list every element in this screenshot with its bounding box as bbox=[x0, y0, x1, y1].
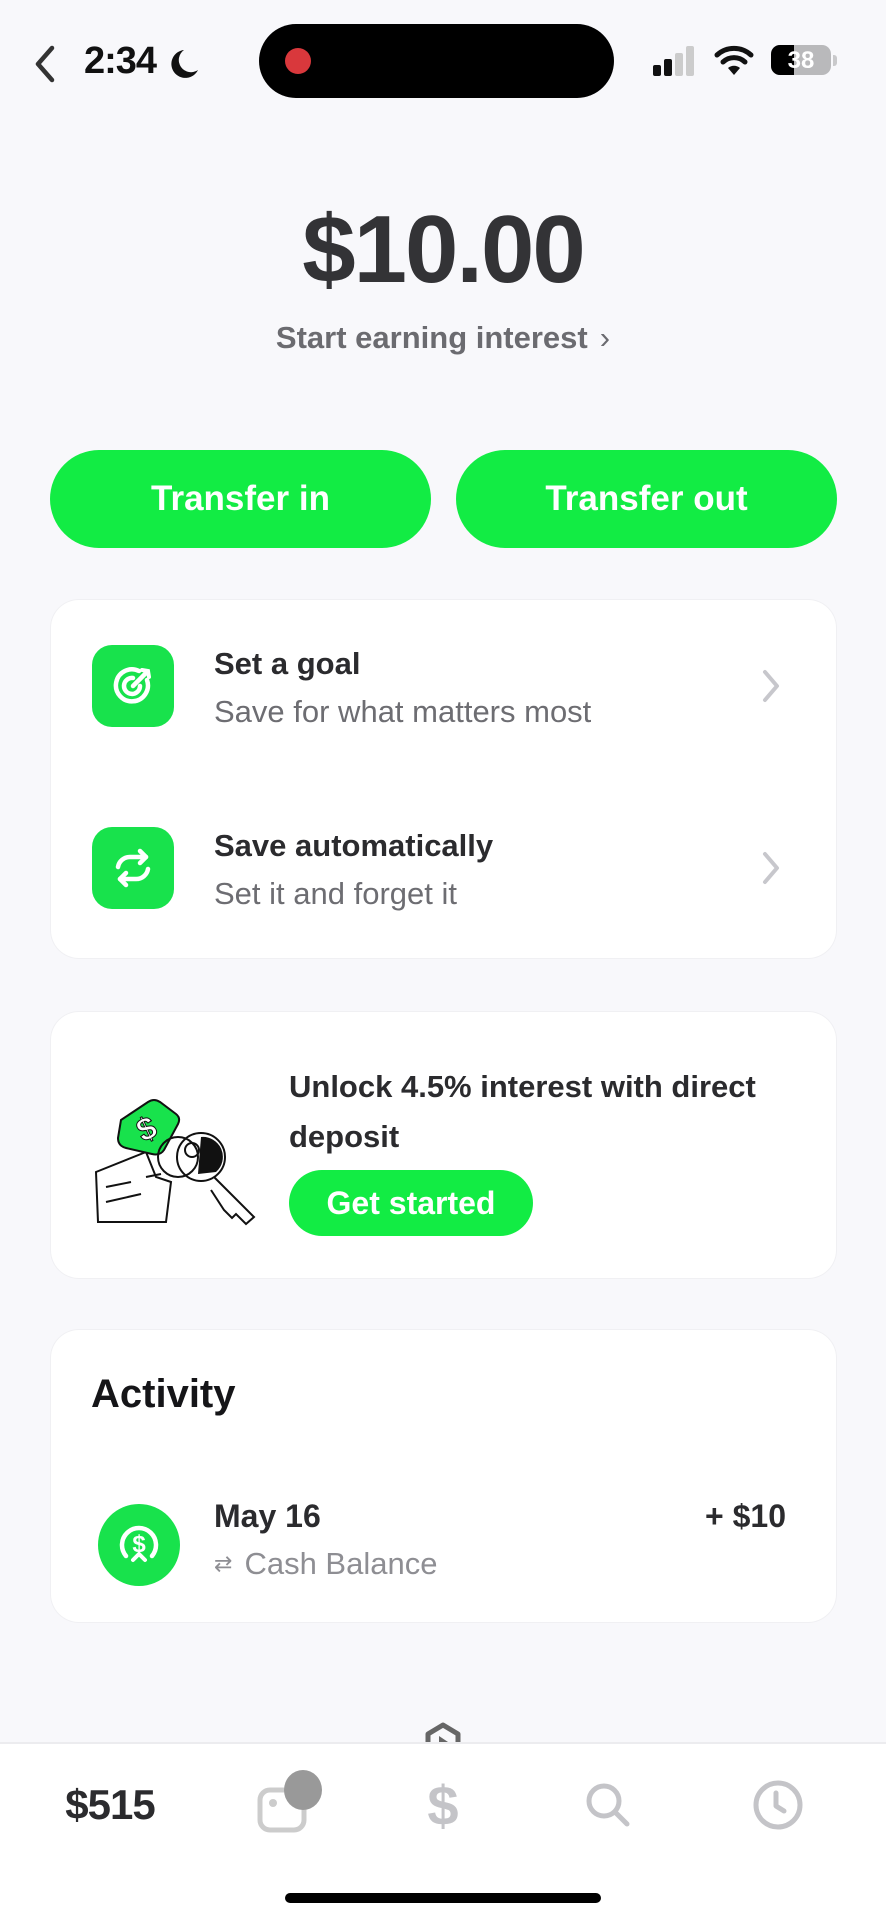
recording-dot-icon bbox=[285, 48, 311, 74]
search-icon bbox=[586, 1783, 630, 1827]
moon-icon bbox=[171, 50, 198, 78]
tab-search[interactable] bbox=[565, 1770, 651, 1840]
swap-arrows-icon: ⇄ bbox=[214, 1551, 233, 1576]
activity-card: Activity $ May 16 ⇄ Cash Balance + $10 bbox=[51, 1330, 836, 1622]
repeat-arrows-icon bbox=[92, 827, 174, 909]
target-goal-icon bbox=[92, 645, 174, 727]
tab-money[interactable]: $515 bbox=[40, 1770, 180, 1840]
svg-text:$: $ bbox=[132, 1531, 146, 1558]
feature-title: Set a goal bbox=[214, 646, 361, 681]
savings-balance: $10.00 bbox=[302, 196, 586, 303]
battery-icon: 38 bbox=[771, 45, 831, 75]
feature-title: Save automatically bbox=[214, 828, 494, 863]
cash-dollar-icon: $ bbox=[98, 1504, 180, 1586]
save-automatically-row[interactable]: Save automatically Set it and forget it bbox=[51, 822, 836, 942]
clock-icon bbox=[753, 1780, 803, 1830]
chevron-right-icon bbox=[763, 670, 779, 702]
promo-text: Unlock 4.5% interest with direct deposit bbox=[289, 1069, 756, 1154]
chevron-right-icon bbox=[763, 852, 779, 884]
status-time: 2:34 bbox=[84, 40, 157, 82]
start-earning-interest-link[interactable]: Start earning interest › bbox=[0, 320, 886, 356]
tab-pay[interactable]: $ bbox=[400, 1770, 486, 1840]
dollar-tag-check-key-illustration: $ bbox=[94, 1099, 256, 1226]
svg-text:$: $ bbox=[427, 1775, 458, 1835]
activity-title: Activity bbox=[91, 1372, 236, 1416]
status-bar: 2:34 38 bbox=[0, 0, 886, 110]
wifi-icon bbox=[714, 45, 754, 75]
dollar-icon: $ bbox=[427, 1775, 458, 1835]
activity-item[interactable]: $ May 16 ⇄ Cash Balance + $10 bbox=[51, 1490, 836, 1590]
battery-cap bbox=[833, 55, 837, 66]
transfer-out-button[interactable]: Transfer out bbox=[456, 450, 837, 548]
savings-features-card: Set a goal Save for what matters most Sa… bbox=[51, 600, 836, 958]
transfer-in-button[interactable]: Transfer in bbox=[50, 450, 431, 548]
feature-subtitle: Save for what matters most bbox=[214, 694, 592, 729]
activity-source: ⇄ Cash Balance bbox=[214, 1546, 437, 1582]
activity-date: May 16 bbox=[214, 1498, 321, 1534]
set-goal-row[interactable]: Set a goal Save for what matters most bbox=[51, 640, 836, 760]
get-started-button[interactable]: Get started bbox=[289, 1170, 533, 1236]
tab-card[interactable] bbox=[240, 1770, 340, 1840]
home-indicator[interactable] bbox=[285, 1893, 601, 1903]
back-chevron-icon[interactable] bbox=[30, 44, 60, 84]
earn-link-label: Start earning interest bbox=[275, 320, 588, 355]
activity-source-label: Cash Balance bbox=[244, 1546, 438, 1581]
battery-level: 38 bbox=[787, 47, 815, 74]
activity-amount: + $10 bbox=[705, 1498, 786, 1534]
dynamic-island bbox=[259, 24, 614, 98]
tab-activity[interactable] bbox=[735, 1770, 821, 1840]
feature-subtitle: Set it and forget it bbox=[214, 876, 457, 911]
card-icon bbox=[257, 1770, 322, 1833]
signal-icon bbox=[653, 46, 694, 76]
chevron-right-icon: › bbox=[599, 320, 611, 355]
direct-deposit-promo-card: $ Unlock 4.5% interest with direct depos… bbox=[51, 1012, 836, 1278]
